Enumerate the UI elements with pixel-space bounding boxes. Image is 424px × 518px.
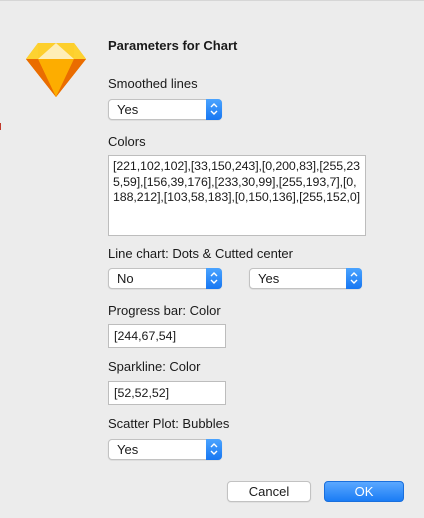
chevron-up-down-icon [350, 272, 358, 284]
smoothed-lines-popup[interactable]: Yes [108, 99, 222, 120]
popup-stepper [206, 99, 222, 120]
line-chart-cutted-center-value: Yes [258, 271, 280, 286]
smoothed-lines-value: Yes [117, 102, 139, 117]
cancel-button[interactable]: Cancel [227, 481, 311, 502]
line-chart-cutted-center-popup[interactable]: Yes [249, 268, 362, 289]
progress-bar-color-field[interactable]: [244,67,54] [108, 324, 226, 348]
scatter-plot-bubbles-value: Yes [117, 442, 139, 457]
line-chart-dots-popup[interactable]: No [108, 268, 222, 289]
chevron-up-down-icon [210, 443, 218, 455]
scatter-plot-label: Scatter Plot: Bubbles [108, 416, 230, 431]
colors-textarea[interactable]: [221,102,102],[33,150,243],[0,200,83],[2… [108, 155, 366, 236]
sparkline-color-field[interactable]: [52,52,52] [108, 381, 226, 405]
scatter-plot-bubbles-popup[interactable]: Yes [108, 439, 222, 460]
colors-label: Colors [108, 134, 146, 149]
popup-stepper [346, 268, 362, 289]
chevron-up-down-icon [210, 272, 218, 284]
chevron-up-down-icon [210, 103, 218, 115]
dialog-title: Parameters for Chart [108, 38, 238, 53]
line-chart-dots-value: No [117, 271, 134, 286]
popup-stepper [206, 439, 222, 460]
line-chart-label: Line chart: Dots & Cutted center [108, 246, 293, 261]
sketch-diamond-icon [24, 37, 88, 101]
smoothed-lines-label: Smoothed lines [108, 76, 198, 91]
background-window-edge [0, 123, 1, 130]
parameters-dialog: Parameters for Chart Smoothed lines Yes … [0, 0, 424, 518]
progress-bar-label: Progress bar: Color [108, 303, 221, 318]
ok-button[interactable]: OK [324, 481, 404, 502]
sparkline-label: Sparkline: Color [108, 359, 201, 374]
popup-stepper [206, 268, 222, 289]
